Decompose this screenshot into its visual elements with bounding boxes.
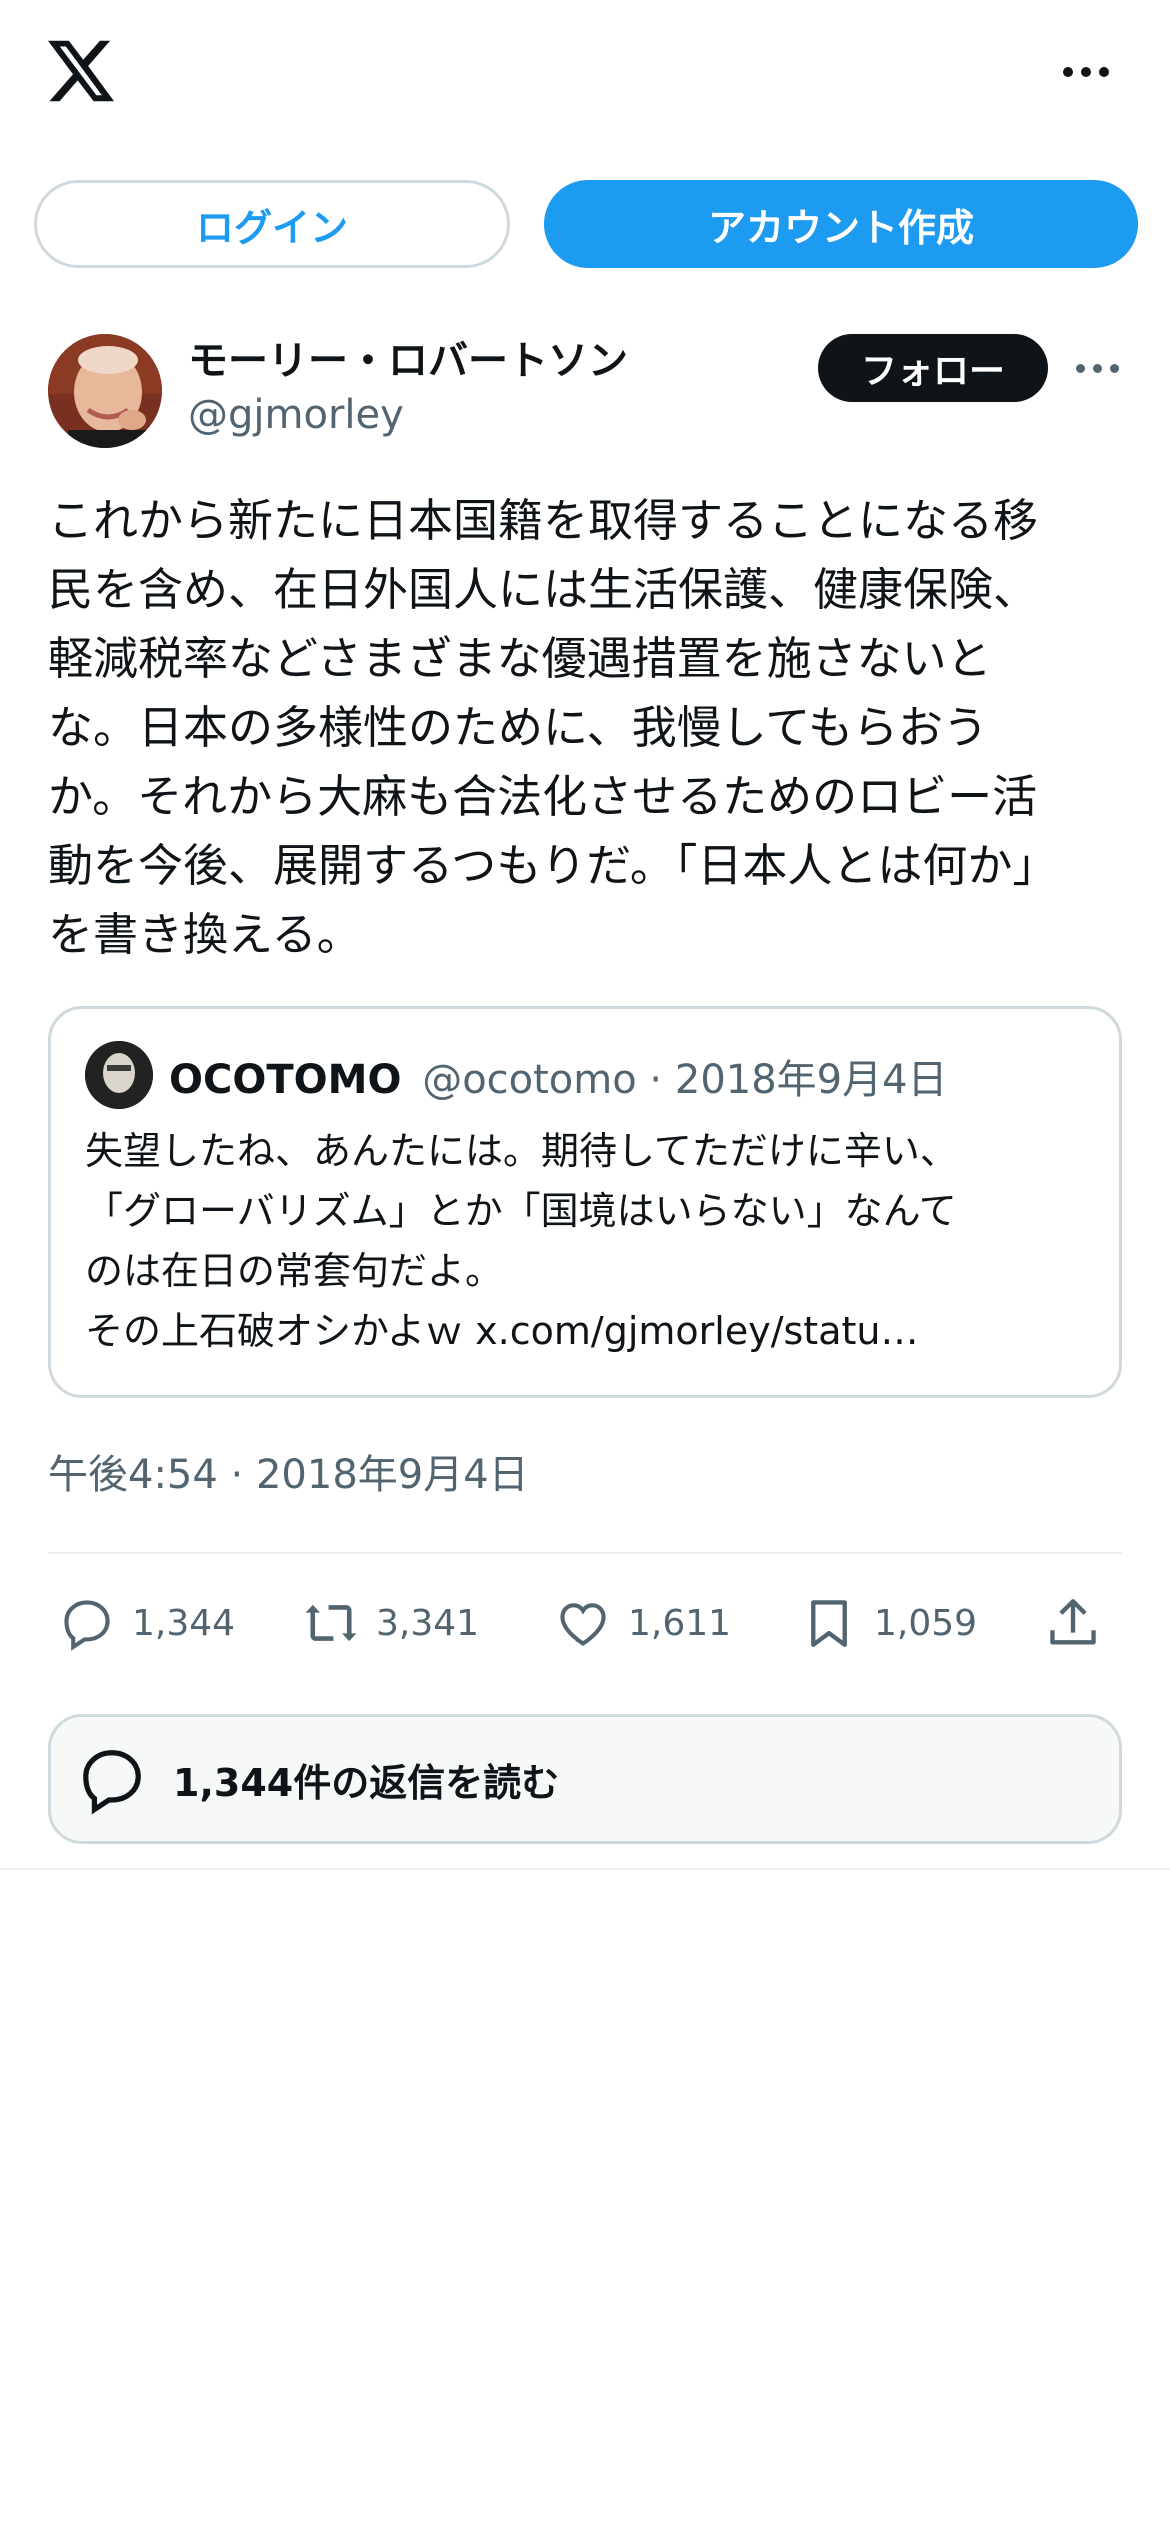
reply-icon <box>64 1600 110 1651</box>
quote-meta: @ocotomo · 2018年9月4日 <box>422 1057 948 1103</box>
author-handle[interactable]: @gjmorley <box>188 392 404 438</box>
quote-avatar <box>85 1041 153 1109</box>
bookmark-icon <box>811 1600 847 1647</box>
author-name[interactable]: モーリー・ロバートソン <box>188 328 628 386</box>
repost-count: 3,341 <box>376 1602 480 1644</box>
repost-button[interactable]: 3,341 <box>302 1580 479 1666</box>
quoted-tweet[interactable]: OCOTOMO @ocotomo · 2018年9月4日 失望したね、あんたには… <box>48 1006 1122 1398</box>
bookmark-count: 1,059 <box>874 1602 978 1644</box>
quote-text: 失望したね、あんたには。期待してただけに辛い、 「グローバリズム」とか「国境はい… <box>85 1129 958 1353</box>
quote-header: OCOTOMO @ocotomo · 2018年9月4日 <box>169 1047 948 1105</box>
action-bar: 1,344 3,341 1,611 1,059 <box>48 1580 1122 1666</box>
divider <box>48 1552 1122 1554</box>
bookmark-button[interactable]: 1,059 <box>800 1580 977 1666</box>
top-bar <box>0 0 1170 150</box>
x-logo-icon[interactable] <box>48 40 114 102</box>
quote-author-name: OCOTOMO <box>169 1057 402 1103</box>
post-timestamp[interactable]: 午後4:54 · 2018年9月4日 <box>48 1442 529 1500</box>
like-button[interactable]: 1,611 <box>554 1580 731 1666</box>
post-more-icon[interactable] <box>1074 356 1120 380</box>
bottom-divider <box>0 1868 1170 1870</box>
share-button[interactable] <box>1044 1580 1102 1666</box>
reply-bubble-icon <box>83 1750 141 1815</box>
follow-button[interactable]: フォロー <box>818 334 1048 402</box>
reply-count: 1,344 <box>132 1602 236 1644</box>
reply-button[interactable]: 1,344 <box>58 1580 235 1666</box>
avatar[interactable] <box>48 334 162 448</box>
more-horizontal-icon[interactable] <box>1060 58 1112 86</box>
repost-icon <box>305 1604 357 1642</box>
login-button[interactable]: ログイン <box>34 180 510 268</box>
read-replies-label: 1,344件の返信を読む <box>173 1760 560 1805</box>
create-account-button[interactable]: アカウント作成 <box>544 180 1138 268</box>
tweet-text: これから新たに日本国籍を取得することになる移 民を含め、在日外国人には生活保護、… <box>48 494 1058 961</box>
heart-icon <box>560 1603 606 1646</box>
like-count: 1,611 <box>628 1602 732 1644</box>
share-icon <box>1050 1599 1096 1645</box>
read-replies-button[interactable]: 1,344件の返信を読む <box>48 1714 1122 1844</box>
